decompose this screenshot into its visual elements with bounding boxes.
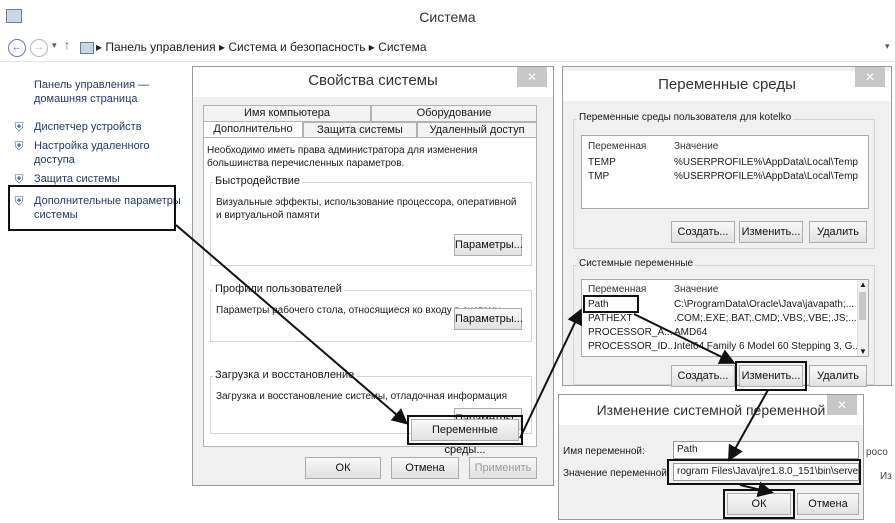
close-icon[interactable]: ✕: [855, 67, 885, 87]
highlight-box: [407, 415, 523, 445]
variable-name-label: Имя переменной:: [563, 446, 645, 457]
profiles-settings-button[interactable]: Параметры...: [454, 308, 523, 330]
performance-settings-button[interactable]: Параметры...: [454, 234, 523, 256]
cancel-button[interactable]: Отмена: [797, 493, 859, 515]
list-item[interactable]: AMD64: [674, 326, 707, 339]
highlight-box: [723, 489, 795, 519]
system-vars-list[interactable]: Переменная Значение Path C:\ProgramData\…: [581, 279, 869, 357]
user-vars-list[interactable]: Переменная Значение TEMP %USERPROFILE%\A…: [581, 135, 869, 209]
computer-icon: [80, 42, 94, 54]
device-manager-link[interactable]: Диспетчер устройств: [34, 120, 142, 134]
column-header[interactable]: Значение: [674, 283, 718, 296]
variable-value-label: Значение переменной:: [563, 468, 670, 479]
tab-advanced[interactable]: Дополнительно: [203, 121, 303, 138]
list-item[interactable]: TMP: [588, 170, 609, 183]
list-item[interactable]: PROCESSOR_ID...: [588, 340, 676, 353]
shield-icon: ⛨: [14, 172, 24, 186]
breadcrumb-item[interactable]: Система: [378, 40, 426, 54]
list-item[interactable]: .COM;.EXE;.BAT;.CMD;.VBS;.VBE;.JS;....: [674, 312, 859, 325]
apply-button[interactable]: Применить: [469, 457, 537, 479]
edit-variable-dialog: Изменение системной переменной ✕ Имя пер…: [558, 394, 864, 520]
list-item[interactable]: PROCESSOR_A...: [588, 326, 672, 339]
tab-hardware[interactable]: Оборудование: [371, 105, 537, 122]
close-icon[interactable]: ✕: [827, 395, 857, 415]
system-vars-label: Системные переменные: [577, 258, 696, 269]
list-item[interactable]: %USERPROFILE%\AppData\Local\Temp: [674, 170, 858, 183]
variable-name-field[interactable]: Path: [673, 441, 859, 459]
admin-note: Необходимо иметь права администратора дл…: [207, 145, 478, 169]
dialog-title: Свойства системы: [193, 67, 553, 97]
highlight-box: [8, 185, 176, 231]
boot-text: Загрузка и восстановление системы, отлад…: [216, 391, 508, 402]
shield-icon: ⛨: [14, 120, 24, 134]
column-header[interactable]: Значение: [674, 140, 718, 153]
tab-computer-name[interactable]: Имя компьютера: [203, 105, 371, 122]
system-create-button[interactable]: Создать...: [671, 365, 735, 387]
list-item[interactable]: PATHEXT: [588, 312, 633, 325]
remote-settings-link[interactable]: Настройка удаленного доступа: [34, 139, 150, 167]
breadcrumb-sep: ▸: [218, 40, 225, 54]
scroll-up-icon[interactable]: ▲: [859, 280, 867, 289]
breadcrumb: ▸ Панель управления ▸ Система и безопасн…: [96, 40, 427, 54]
scroll-thumb[interactable]: [859, 292, 866, 320]
system-delete-button[interactable]: Удалить: [809, 365, 867, 387]
breadcrumb-item[interactable]: Панель управления: [105, 40, 215, 54]
control-panel-home-link[interactable]: Панель управления — домашняя страница: [34, 78, 149, 106]
system-protection-link[interactable]: Защита системы: [34, 172, 120, 186]
highlight-box: [583, 295, 639, 313]
performance-label: Быстродействие: [213, 175, 302, 187]
user-edit-button[interactable]: Изменить...: [739, 221, 803, 243]
performance-text: Визуальные эффекты, использование процес…: [216, 197, 517, 221]
user-delete-button[interactable]: Удалить: [809, 221, 867, 243]
scrollbar[interactable]: ▲ ▼: [857, 280, 868, 356]
chevron-down-icon[interactable]: ▾: [52, 40, 57, 51]
app-icon: [6, 9, 22, 23]
background-text: Из: [880, 471, 892, 482]
forward-icon[interactable]: →: [30, 39, 48, 57]
cancel-button[interactable]: Отмена: [391, 457, 459, 479]
user-vars-label: Переменные среды пользователя для kotelk…: [577, 112, 794, 123]
breadcrumb-item[interactable]: Система и безопасность: [228, 40, 365, 54]
list-item[interactable]: TEMP: [588, 156, 616, 169]
environment-variables-dialog: Переменные среды ✕ Переменные среды поль…: [562, 66, 892, 391]
highlight-box: [735, 361, 807, 391]
ok-button[interactable]: ОК: [305, 457, 381, 479]
highlight-box: [667, 459, 861, 485]
system-properties-dialog: Свойства системы ✕ Имя компьютера Оборуд…: [192, 66, 554, 486]
shield-icon: ⛨: [14, 139, 24, 153]
window-title-text: Система: [419, 9, 476, 25]
close-icon[interactable]: ✕: [517, 67, 547, 87]
window-title: Система: [0, 0, 895, 34]
breadcrumb-sep: ▸: [368, 40, 375, 54]
boot-label: Загрузка и восстановление: [213, 369, 357, 381]
tab-panel: Необходимо иметь права администратора дл…: [203, 137, 537, 447]
column-header[interactable]: Переменная: [588, 140, 646, 153]
profiles-label: Профили пользователей: [213, 283, 344, 295]
left-pane: Панель управления — домашняя страница ⛨ …: [0, 62, 195, 523]
up-arrow-icon[interactable]: ↑: [64, 38, 70, 52]
back-icon[interactable]: ←: [8, 39, 26, 57]
breadcrumb-sep: ▸: [96, 40, 103, 54]
dialog-title: Переменные среды: [563, 71, 891, 101]
list-item[interactable]: C:\ProgramData\Oracle\Java\javapath;...: [674, 298, 854, 311]
user-create-button[interactable]: Создать...: [671, 221, 735, 243]
list-item[interactable]: Intel64 Family 6 Model 60 Stepping 3, G.…: [674, 340, 861, 353]
background-text: росо: [866, 447, 888, 458]
list-item[interactable]: %USERPROFILE%\AppData\Local\Temp: [674, 156, 858, 169]
dialog-title: Изменение системной переменной: [559, 395, 863, 425]
scroll-down-icon[interactable]: ▼: [859, 347, 867, 356]
address-dropdown-icon[interactable]: ▾: [885, 41, 890, 52]
